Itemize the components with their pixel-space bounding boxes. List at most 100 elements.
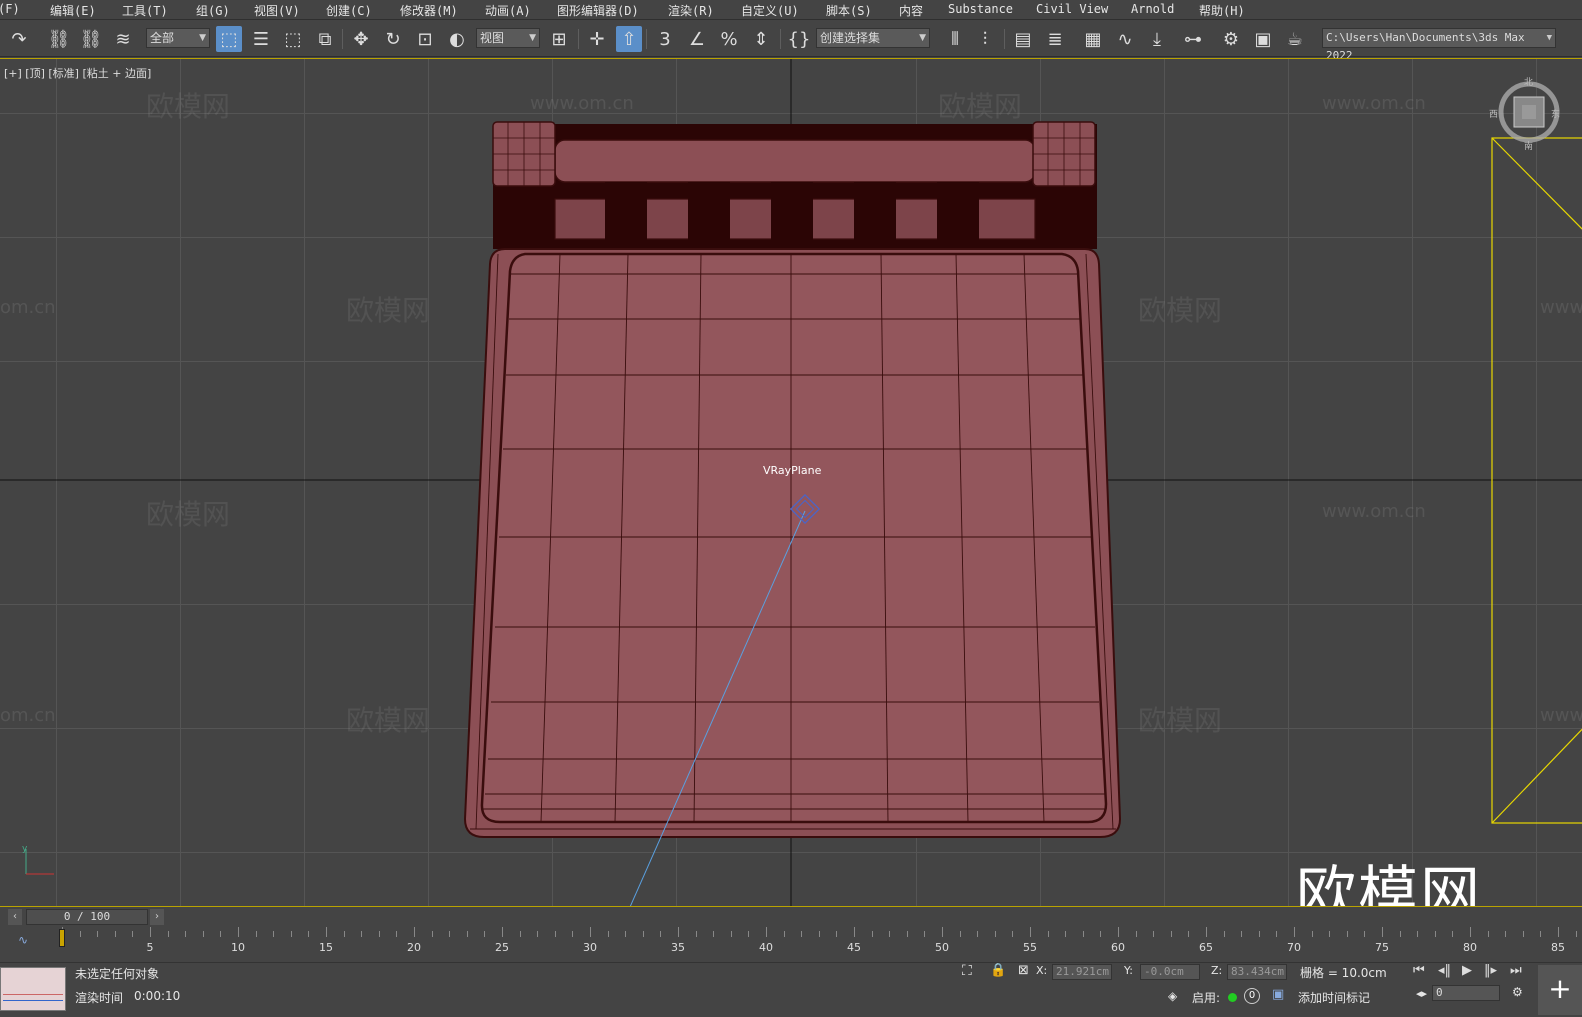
time-track[interactable]: 5 10 15 20 25 30 35 40 45 50 55 60 65 70 75 80 85 [59,927,1582,961]
isolate-selection-icon[interactable]: ⛶ [962,963,972,979]
select-object-icon[interactable]: ⬚ [216,26,242,52]
place-icon[interactable]: ◐ [444,26,470,52]
render-setup-icon[interactable]: ⚙ [1218,26,1244,52]
next-frame-arrow[interactable]: › [150,909,164,925]
menu-item-2[interactable]: 工具(T) [122,2,168,19]
viewcube-west[interactable]: 西 [1489,107,1498,120]
menu-item-10[interactable]: 自定义(U) [741,2,799,19]
menu-item-7[interactable]: 动画(A) [485,2,531,19]
snaps-toggle-icon[interactable]: 3 [652,26,678,52]
play-icon[interactable]: ▶ [1462,963,1472,978]
viewcube-east[interactable]: 东 [1551,107,1560,120]
curve-editor-mini-icon[interactable]: ∿ [18,933,28,947]
prev-frame-arrow[interactable]: ‹ [8,909,22,925]
z-coord-field[interactable]: 83.434cm [1227,964,1287,980]
menu-item-11[interactable]: 脚本(S) [826,2,872,19]
scale-icon[interactable]: ⊡ [412,26,438,52]
angle-snap-icon[interactable]: ∠ [684,26,710,52]
percent-snap-icon[interactable]: % [716,26,742,52]
unlink-icon[interactable]: ⛓ [78,26,104,52]
selection-filter-dropdown[interactable]: 全部 ▼ [146,28,210,48]
edit-named-selection-icon[interactable]: {} [786,26,812,52]
adaptive-degradation-icon[interactable]: ◈ [1168,989,1177,1003]
timeline-tick [1294,927,1295,937]
window-crossing-icon[interactable]: ⧉ [312,26,338,52]
align-icon[interactable]: ⫶ [972,26,998,52]
reference-coord-dropdown[interactable]: 视图 ▼ [476,28,540,48]
select-manipulate-icon[interactable]: ✛ [584,26,610,52]
rotate-icon[interactable]: ↻ [380,26,406,52]
project-path-dropdown[interactable]: C:\Users\Han\Documents\3ds Max 2022 ▼ [1322,28,1556,62]
menu-item-12[interactable]: 内容 [899,2,923,19]
viewcube[interactable]: 北 南 东 西 [1489,78,1562,152]
layer-explorer-icon[interactable]: ≣ [1042,26,1068,52]
x-coord-field[interactable]: 21.921cm [1052,964,1112,980]
menu-item-5[interactable]: 创建(C) [326,2,372,19]
menu-item-15[interactable]: Arnold [1131,2,1174,16]
chair-model[interactable] [463,121,1122,838]
link-icon[interactable]: ⛓ [46,26,72,52]
timeline-tick-label: 80 [1463,941,1477,954]
render-production-icon[interactable]: ☕ [1282,26,1308,52]
menu-item-4[interactable]: 视图(V) [254,2,300,19]
scene-explorer-icon[interactable]: ▤ [1010,26,1036,52]
viewport-label[interactable]: [+] [顶] [标准] [粘土 + 边面] [4,65,151,81]
menu-item-16[interactable]: 帮助(H) [1199,2,1245,19]
current-frame-marker[interactable] [59,929,65,947]
timeline-tick [959,931,961,937]
add-time-tag[interactable]: 添加时间标记 [1298,989,1370,1006]
top-viewport[interactable]: 欧模网欧模网欧模网欧模网欧模网欧模网欧模网欧模网欧模网欧模网www.om.cnw… [0,58,1582,906]
menu-item-13[interactable]: Substance [948,2,1013,16]
y-coord-field[interactable]: -0.0cm [1140,964,1200,980]
timeline-tick [660,931,662,937]
schematic-view-icon[interactable]: ⊶ [1180,26,1206,52]
menu-item-14[interactable]: Civil View [1036,2,1108,16]
time-tag-icon[interactable]: ▣ [1272,987,1284,1002]
key-mode-toggle-icon[interactable]: ◂▸ [1416,987,1427,1000]
z-coord-label: Z: [1211,964,1223,977]
enable-status-dot [1228,993,1237,1002]
named-selection-dropdown[interactable]: 创建选择集 ▼ [816,28,930,48]
maxscript-listener-mini[interactable] [0,967,66,1011]
mirror-icon[interactable]: ⫴ [942,26,968,52]
render-frame-window-icon[interactable]: ▣ [1250,26,1276,52]
move-icon[interactable]: ✥ [348,26,374,52]
menu-item-1[interactable]: 编辑(E) [50,2,96,19]
svg-text:y: y [22,844,28,854]
viewcube-south[interactable]: 南 [1524,139,1533,152]
curve-editor-icon[interactable]: ∿ [1112,26,1138,52]
bind-space-warp-icon[interactable]: ≋ [110,26,136,52]
dope-sheet-icon[interactable]: ⤓ [1144,26,1170,52]
next-frame-icon[interactable]: ‖▸ [1484,963,1497,978]
go-to-end-icon[interactable]: ⏭ [1510,963,1522,978]
go-to-start-icon[interactable]: ⏮ [1413,963,1425,978]
pivot-center-icon[interactable]: ⊞ [546,26,572,52]
timeline-tick [396,931,398,937]
time-slider[interactable]: 0 / 100 [26,909,148,925]
viewcube-north[interactable]: 北 [1524,75,1533,88]
select-by-name-icon[interactable]: ☰ [248,26,274,52]
redo-icon[interactable]: ↷ [6,26,32,52]
timeline-tick [977,931,979,937]
current-frame-spinner[interactable]: 0 [1432,985,1500,1001]
spinner-snap-icon[interactable]: ⇕ [748,26,774,52]
menu-item-0[interactable]: (F) [0,2,20,16]
timeline-tick [572,931,574,937]
keyboard-shortcut-override-icon[interactable]: ⇧ [616,26,642,52]
timeline-tick [537,931,539,937]
rectangular-selection-icon[interactable]: ⬚ [280,26,306,52]
toggle-ribbon-icon[interactable]: ▦ [1080,26,1106,52]
menu-item-6[interactable]: 修改器(M) [400,2,458,19]
selection-lock-icon[interactable]: 🔒 [990,963,1006,978]
timeline-tick [1558,927,1559,937]
menu-item-8[interactable]: 图形编辑器(D) [557,2,639,19]
time-config-icon[interactable]: ⚙ [1512,985,1523,999]
create-panel-plus-icon[interactable]: + [1538,965,1582,1015]
timeline-tick [1047,931,1049,937]
enable-count-badge[interactable]: 0 [1244,988,1260,1004]
previous-frame-icon[interactable]: ◂‖ [1438,963,1451,978]
absolute-mode-icon[interactable]: ⊠ [1018,963,1029,978]
timeline-tick [1030,927,1031,937]
menu-item-3[interactable]: 组(G) [196,2,230,19]
menu-item-9[interactable]: 渲染(R) [668,2,714,19]
